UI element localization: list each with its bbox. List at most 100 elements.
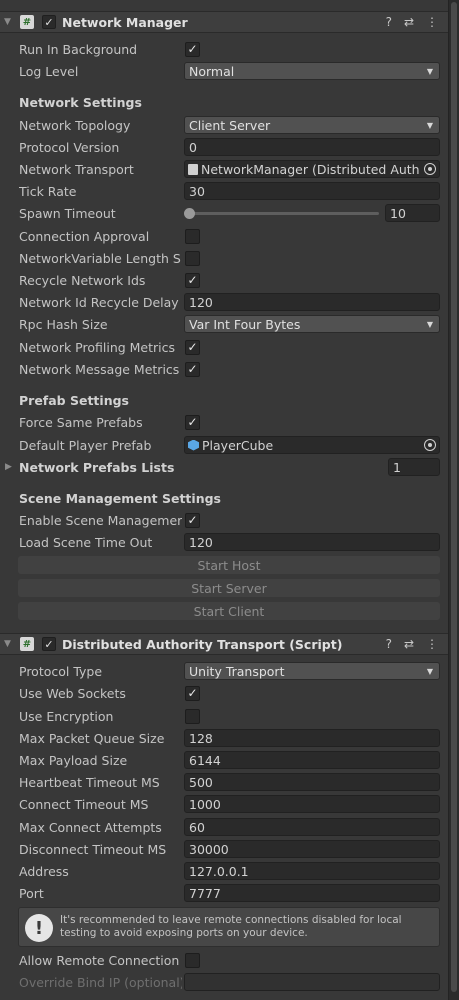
- use-encryption-checkbox[interactable]: [185, 708, 200, 724]
- more-menu-icon[interactable]: ⋮: [426, 15, 438, 29]
- component-title: Distributed Authority Transport (Script): [62, 636, 343, 652]
- field-label: Network Profiling Metrics: [19, 339, 176, 355]
- field-label: Override Bind IP (optional): [19, 974, 182, 990]
- transport-component-header[interactable]: ▼ # ✓ Distributed Authority Transport (S…: [0, 633, 448, 655]
- network-id-recycle-delay-input[interactable]: 120: [184, 293, 440, 311]
- network-topology-row: Network Topology Client Server ▼: [0, 114, 448, 136]
- port-input[interactable]: 7777: [184, 884, 440, 902]
- field-label: Connection Approval: [19, 228, 150, 244]
- spawn-timeout-slider-track[interactable]: [189, 212, 379, 215]
- max-packet-queue-size-input[interactable]: 128: [184, 729, 440, 747]
- network-prefabs-lists-row[interactable]: ▶ Network Prefabs Lists 1: [0, 456, 448, 478]
- override-bind-ip-row: Override Bind IP (optional): [0, 971, 448, 993]
- object-field-value: NetworkManager (Distributed Auth: [201, 161, 420, 177]
- dropdown-value: Var Int Four Bytes: [189, 316, 301, 332]
- disconnect-timeout-row: Disconnect Timeout MS 30000: [0, 838, 448, 860]
- max-connect-attempts-row: Max Connect Attempts 60: [0, 816, 448, 838]
- field-label: Run In Background: [19, 41, 138, 57]
- fold-arrow-icon[interactable]: ▼: [4, 17, 14, 27]
- network-profiling-metrics-row: Network Profiling Metrics ✓: [0, 336, 448, 358]
- fold-arrow-icon[interactable]: ▼: [4, 639, 14, 649]
- field-label: Use Web Sockets: [19, 685, 126, 701]
- field-label: Max Packet Queue Size: [19, 730, 165, 746]
- prefab-cube-icon: [188, 439, 199, 451]
- object-picker-icon[interactable]: [424, 439, 436, 451]
- field-label: Connect Timeout MS: [19, 796, 149, 812]
- spawn-timeout-row: Spawn Timeout 10: [0, 202, 448, 224]
- network-transport-object-field[interactable]: NetworkManager (Distributed Auth: [184, 160, 440, 178]
- connection-approval-checkbox[interactable]: [185, 228, 200, 244]
- use-web-sockets-checkbox[interactable]: ✓: [185, 685, 200, 701]
- section-title: Prefab Settings: [19, 392, 129, 408]
- heartbeat-timeout-input[interactable]: 500: [184, 773, 440, 791]
- field-label: Log Level: [19, 63, 79, 79]
- rpc-hash-size-dropdown[interactable]: Var Int Four Bytes ▼: [184, 315, 440, 333]
- field-label: Max Connect Attempts: [19, 819, 162, 835]
- load-scene-timeout-input[interactable]: 120: [184, 533, 440, 551]
- networkvariable-length-checkbox[interactable]: [185, 250, 200, 266]
- warning-icon: !: [25, 914, 53, 942]
- more-menu-icon[interactable]: ⋮: [426, 637, 438, 651]
- component-enabled-checkbox[interactable]: ✓: [42, 637, 56, 651]
- address-input[interactable]: 127.0.0.1: [184, 862, 440, 880]
- network-message-metrics-checkbox[interactable]: ✓: [185, 361, 200, 377]
- help-icon[interactable]: ?: [386, 15, 392, 29]
- vertical-scrollbar[interactable]: [448, 0, 459, 1000]
- field-label: Use Encryption: [19, 708, 114, 724]
- prefab-settings-header: Prefab Settings: [0, 389, 448, 411]
- network-prefabs-lists-count-input[interactable]: 1: [388, 458, 440, 476]
- enable-scene-management-checkbox[interactable]: ✓: [185, 512, 200, 528]
- field-label: Allow Remote Connection: [19, 952, 180, 968]
- allow-remote-connection-checkbox[interactable]: [185, 952, 200, 968]
- run-in-background-row: Run In Background ✓: [0, 38, 448, 60]
- connect-timeout-row: Connect Timeout MS 1000: [0, 793, 448, 815]
- start-host-button[interactable]: Start Host: [18, 556, 440, 574]
- spawn-timeout-input[interactable]: 10: [385, 204, 440, 222]
- max-payload-size-input[interactable]: 6144: [184, 751, 440, 769]
- field-label: Protocol Type: [19, 663, 103, 679]
- presets-icon[interactable]: ⇄: [404, 15, 414, 29]
- scrollbar-thumb[interactable]: [451, 2, 457, 992]
- start-server-button[interactable]: Start Server: [18, 579, 440, 597]
- script-asset-icon: [188, 163, 198, 175]
- log-level-dropdown[interactable]: Normal ▼: [184, 62, 440, 80]
- field-label: Force Same Prefabs: [19, 414, 143, 430]
- protocol-version-input[interactable]: 0: [184, 138, 440, 156]
- max-connect-attempts-input[interactable]: 60: [184, 818, 440, 836]
- spawn-timeout-slider-handle[interactable]: [184, 208, 195, 219]
- network-profiling-metrics-checkbox[interactable]: ✓: [185, 339, 200, 355]
- tick-rate-row: Tick Rate 30: [0, 180, 448, 202]
- port-row: Port 7777: [0, 882, 448, 904]
- field-label: Network Id Recycle Delay: [19, 294, 179, 310]
- foldout-label[interactable]: Network Prefabs Lists: [19, 460, 174, 475]
- help-icon[interactable]: ?: [386, 637, 392, 651]
- field-label: Protocol Version: [19, 139, 120, 155]
- field-label: Enable Scene Managemer: [19, 512, 182, 528]
- component-enabled-checkbox[interactable]: ✓: [42, 15, 56, 29]
- run-in-background-checkbox[interactable]: ✓: [185, 41, 200, 57]
- default-player-prefab-object-field[interactable]: PlayerCube: [184, 436, 440, 454]
- network-topology-dropdown[interactable]: Client Server ▼: [184, 116, 440, 134]
- field-label: Max Payload Size: [19, 752, 128, 768]
- network-id-recycle-delay-row: Network Id Recycle Delay 120: [0, 291, 448, 313]
- script-icon: #: [20, 15, 34, 29]
- rpc-hash-size-row: Rpc Hash Size Var Int Four Bytes ▼: [0, 313, 448, 335]
- tick-rate-input[interactable]: 30: [184, 182, 440, 200]
- presets-icon[interactable]: ⇄: [404, 637, 414, 651]
- section-title: Network Settings: [19, 94, 142, 110]
- section-title: Scene Management Settings: [19, 490, 221, 506]
- expand-arrow-icon[interactable]: ▶: [5, 462, 12, 472]
- recycle-network-ids-row: Recycle Network Ids ✓: [0, 269, 448, 291]
- network-manager-header[interactable]: ▼ # ✓ Network Manager ? ⇄ ⋮: [0, 11, 448, 33]
- script-icon: #: [20, 637, 34, 651]
- disconnect-timeout-input[interactable]: 30000: [184, 840, 440, 858]
- force-same-prefabs-checkbox[interactable]: ✓: [185, 414, 200, 430]
- use-web-sockets-row: Use Web Sockets ✓: [0, 682, 448, 704]
- recycle-network-ids-checkbox[interactable]: ✓: [185, 272, 200, 288]
- max-packet-queue-size-row: Max Packet Queue Size 128: [0, 727, 448, 749]
- object-field-value: PlayerCube: [202, 437, 274, 453]
- object-picker-icon[interactable]: [424, 163, 436, 175]
- start-client-button[interactable]: Start Client: [18, 602, 440, 620]
- protocol-type-dropdown[interactable]: Unity Transport ▼: [184, 662, 440, 680]
- connect-timeout-input[interactable]: 1000: [184, 795, 440, 813]
